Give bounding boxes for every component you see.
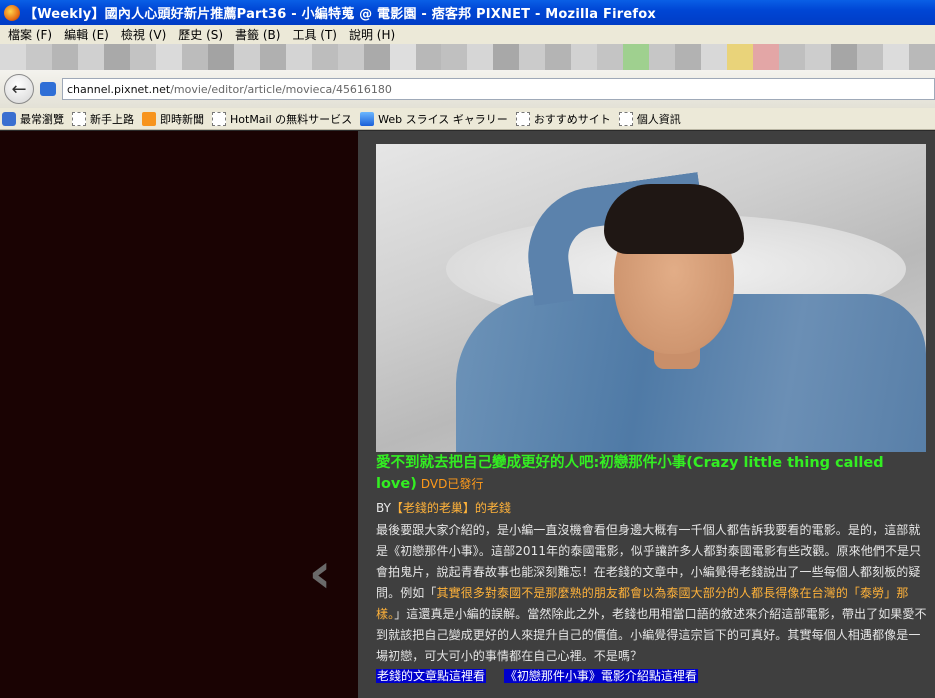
site-favicon-icon: [40, 82, 56, 96]
firefox-icon: [4, 4, 20, 21]
article-paragraph: 最後要跟大家介紹的，是小編一直沒機會看但身邊大概有一千個人都告訴我要看的電影。是…: [376, 520, 928, 667]
menu-bookmarks[interactable]: 書籤 (B): [229, 26, 286, 43]
movie-intro-link[interactable]: 《初戀那件小事》電影介紹點這裡看: [503, 669, 698, 683]
bookmark-latest-news[interactable]: 即時新聞: [142, 111, 204, 127]
bookmark-hotmail[interactable]: HotMail の無料サービス: [212, 111, 352, 127]
article-panel: 愛不到就去把自己變成更好的人吧:初戀那件小事(Crazy little thin…: [358, 131, 935, 698]
page-icon: [515, 111, 530, 126]
page-icon: [212, 111, 226, 126]
article-links: 老錢的文章點這裡看 《初戀那件小事》電影介紹點這裡看: [376, 668, 928, 685]
menu-file[interactable]: 檔案 (F): [2, 26, 58, 43]
paragraph-part-2: 」這還真是小編的誤解。當然除此之外，老錢也用相當口語的敘述來介紹這部電影，帶出了…: [376, 607, 927, 663]
obscured-toolbar-strip: [0, 44, 935, 70]
bookmark-label: おすすめサイト: [533, 112, 611, 126]
hair-shape: [604, 184, 744, 254]
bookmark-web-slice-gallery[interactable]: Web スライス ギャラリー: [360, 111, 508, 127]
page-icon: [72, 111, 86, 126]
author-article-link[interactable]: 老錢的文章點這裡看: [376, 669, 487, 683]
bookmark-label: 個人資訊: [636, 112, 681, 126]
bookmark-label: HotMail の無料サービス: [230, 112, 353, 126]
author-link[interactable]: 【老錢的老巢】的老錢: [391, 501, 511, 515]
address-bar[interactable]: channel.pixnet.net/movie/editor/article/…: [62, 78, 935, 100]
menu-tools[interactable]: 工具 (T): [286, 26, 343, 43]
article-body: 愛不到就去把自己變成更好的人吧:初戀那件小事(Crazy little thin…: [376, 453, 928, 685]
window-titlebar: 【Weekly】國內人心頭好新片推薦Part36 - 小編特蒐 @ 電影園 - …: [0, 0, 935, 25]
page-icon: [618, 111, 633, 126]
by-prefix: BY: [376, 501, 391, 515]
previous-slide-arrow-icon[interactable]: ‹: [300, 546, 340, 602]
ie-web-slice-icon: [360, 111, 375, 126]
byline: BY【老錢的老巢】的老錢: [376, 498, 928, 518]
menu-history[interactable]: 歷史 (S): [172, 26, 229, 43]
bookmark-suggested-sites[interactable]: おすすめサイト: [515, 111, 611, 127]
bookmark-getting-started[interactable]: 新手上路: [72, 111, 134, 127]
back-arrow-icon[interactable]: ←: [4, 74, 34, 104]
article-title[interactable]: 愛不到就去把自己變成更好的人吧:初戀那件小事(Crazy little thin…: [376, 453, 928, 495]
page-content: ‹ 愛不到就去把自己變成更好的人吧:初戀那件小事(Crazy little th…: [0, 131, 935, 698]
movie-still-image: [376, 144, 926, 452]
left-panel: [0, 131, 358, 698]
url-domain: channel.pixnet.net: [67, 82, 171, 96]
bookmark-label: Web スライス ギャラリー: [378, 112, 508, 126]
menu-edit[interactable]: 編輯 (E): [58, 26, 115, 43]
most-visited-icon: [2, 111, 16, 126]
window-title: 【Weekly】國內人心頭好新片推薦Part36 - 小編特蒐 @ 電影園 - …: [24, 7, 656, 22]
menu-bar: 檔案 (F) 編輯 (E) 檢視 (V) 歷史 (S) 書籤 (B) 工具 (T…: [0, 25, 935, 44]
menu-view[interactable]: 檢視 (V): [115, 26, 172, 43]
bookmark-label: 新手上路: [90, 112, 134, 126]
bookmark-personal-info[interactable]: 個人資訊: [618, 111, 681, 127]
rss-feed-icon: [142, 111, 156, 126]
bookmark-label: 即時新聞: [160, 112, 204, 126]
bookmark-most-visited[interactable]: 最常瀏覽: [2, 111, 64, 127]
bookmark-label: 最常瀏覽: [20, 112, 64, 126]
navigation-bar: ← channel.pixnet.net/movie/editor/articl…: [0, 70, 935, 108]
dvd-release-note: DVD已發行: [420, 477, 484, 491]
menu-help[interactable]: 說明 (H): [343, 26, 401, 43]
url-path: /movie/editor/article/movieca/45616180: [170, 82, 392, 96]
bookmarks-toolbar: 最常瀏覽 新手上路 即時新聞 HotMail の無料サービス Web スライス …: [0, 108, 935, 130]
